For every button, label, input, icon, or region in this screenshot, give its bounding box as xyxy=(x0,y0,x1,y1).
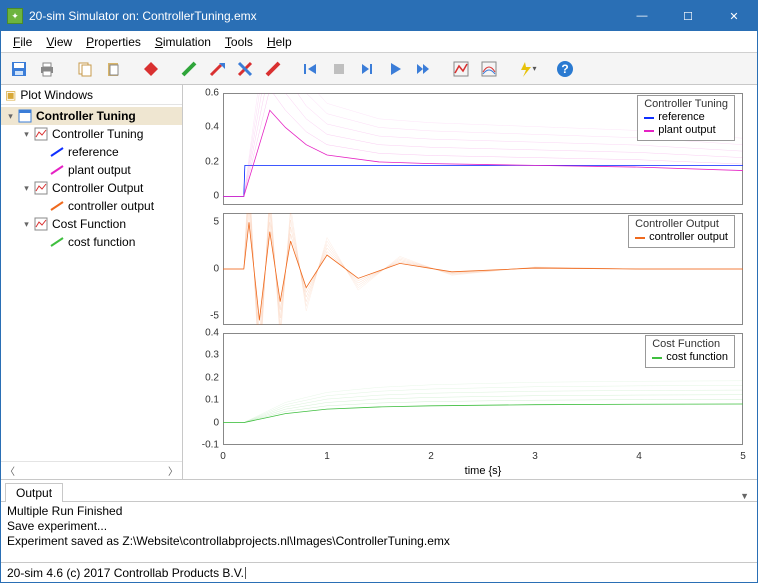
side-panel: ▣ Plot Windows ▾Controller Tuning▾Contro… xyxy=(1,85,183,479)
diamond-red-icon[interactable] xyxy=(139,57,163,81)
chart-icon xyxy=(34,217,48,231)
tree-node[interactable]: cost function xyxy=(1,233,182,251)
titlebar: ✦ 20-sim Simulator on: ControllerTuning.… xyxy=(1,1,757,31)
status-bar: 20-sim 4.6 (c) 2017 Controllab Products … xyxy=(1,562,757,582)
tree-node[interactable]: ▾ Cost Function xyxy=(1,215,182,233)
bottom-panel: Output ▼ Multiple Run FinishedSave exper… xyxy=(1,480,757,562)
plot-tree[interactable]: ▾Controller Tuning▾Controller Tuningrefe… xyxy=(1,105,182,461)
series-color-icon xyxy=(50,235,64,249)
toolbar: ▾ ? xyxy=(1,53,757,85)
series-color-icon xyxy=(50,163,64,177)
plot-controller-output[interactable]: -505 Controller Output controller output xyxy=(187,209,749,329)
legend-cost-function: Cost Function cost function xyxy=(645,335,735,368)
tree-node[interactable]: ▾ Controller Tuning xyxy=(1,125,182,143)
plot-cost-function[interactable]: -0.100.10.20.30.4 Cost Function cost fun… xyxy=(187,329,749,449)
menu-tools[interactable]: Tools xyxy=(219,33,259,51)
window-title: 20-sim Simulator on: ControllerTuning.em… xyxy=(29,9,619,23)
legend-controller-output: Controller Output controller output xyxy=(628,215,735,248)
tree-label: Controller Output xyxy=(50,181,143,195)
tree-label: cost function xyxy=(66,235,135,249)
print-icon[interactable] xyxy=(35,57,59,81)
tab-dropdown-icon[interactable]: ▼ xyxy=(732,491,757,501)
x-axis: time {s} 012345 xyxy=(223,449,743,479)
tree-label: reference xyxy=(66,145,119,159)
save-icon[interactable] xyxy=(7,57,31,81)
pencils-cross-icon[interactable] xyxy=(233,57,257,81)
series-color-icon xyxy=(50,145,64,159)
pencil-red-icon[interactable] xyxy=(261,57,285,81)
pencil-green-icon[interactable] xyxy=(177,57,201,81)
app-icon: ✦ xyxy=(7,8,23,24)
legend-controller-tuning: Controller Tuning reference plant output xyxy=(637,95,735,141)
close-button[interactable]: ✕ xyxy=(711,1,757,31)
paste-icon[interactable] xyxy=(101,57,125,81)
lightning-icon[interactable]: ▾ xyxy=(515,57,539,81)
menubar: File View Properties Simulation Tools He… xyxy=(1,31,757,53)
chart-line-icon[interactable] xyxy=(449,57,473,81)
output-console[interactable]: Multiple Run FinishedSave experiment...E… xyxy=(1,502,757,562)
pencil-arrow-icon[interactable] xyxy=(205,57,229,81)
twist-icon[interactable]: ▾ xyxy=(21,219,32,230)
tree-label: plant output xyxy=(66,163,131,177)
tree-label: controller output xyxy=(66,199,154,213)
status-text: 20-sim 4.6 (c) 2017 Controllab Products … xyxy=(7,566,244,580)
menu-simulation[interactable]: Simulation xyxy=(149,33,217,51)
step-icon[interactable] xyxy=(355,57,379,81)
plot-controller-tuning[interactable]: 00.20.40.6 Controller Tuning reference p… xyxy=(187,89,749,209)
tree-node[interactable]: ▾ Controller Tuning xyxy=(1,107,182,125)
menu-file[interactable]: File xyxy=(7,33,38,51)
tree-node[interactable]: reference xyxy=(1,143,182,161)
chart-icon xyxy=(34,181,48,195)
tree-node[interactable]: plant output xyxy=(1,161,182,179)
chart-icon xyxy=(34,127,48,141)
twist-icon[interactable]: ▾ xyxy=(5,111,16,122)
chart-curves-icon[interactable] xyxy=(477,57,501,81)
window-buttons: — ☐ ✕ xyxy=(619,1,757,31)
plot-area: 00.20.40.6 Controller Tuning reference p… xyxy=(183,85,757,479)
minimize-button[interactable]: — xyxy=(619,1,665,31)
side-scrollbar[interactable]: 〈〉 xyxy=(1,461,182,479)
menu-help[interactable]: Help xyxy=(261,33,298,51)
output-tabs: Output ▼ xyxy=(1,480,757,502)
folder-icon: ▣ xyxy=(5,88,16,102)
tree-node[interactable]: controller output xyxy=(1,197,182,215)
tree-label: Cost Function xyxy=(50,217,126,231)
tree-label: Controller Tuning xyxy=(50,127,143,141)
fastforward-icon[interactable] xyxy=(411,57,435,81)
app-window: ✦ 20-sim Simulator on: ControllerTuning.… xyxy=(0,0,758,583)
side-header-label: Plot Windows xyxy=(20,88,93,102)
maximize-button[interactable]: ☐ xyxy=(665,1,711,31)
tree-label: Controller Tuning xyxy=(34,109,136,123)
twist-icon[interactable]: ▾ xyxy=(21,183,32,194)
copy-icon[interactable] xyxy=(73,57,97,81)
menu-properties[interactable]: Properties xyxy=(80,33,147,51)
play-icon[interactable] xyxy=(383,57,407,81)
menu-view[interactable]: View xyxy=(40,33,78,51)
stop-icon[interactable] xyxy=(327,57,351,81)
body: ▣ Plot Windows ▾Controller Tuning▾Contro… xyxy=(1,85,757,480)
x-axis-label: time {s} xyxy=(465,465,502,477)
window-icon xyxy=(18,109,32,123)
series-color-icon xyxy=(50,199,64,213)
tree-node[interactable]: ▾ Controller Output xyxy=(1,179,182,197)
side-header: ▣ Plot Windows xyxy=(1,85,182,105)
twist-icon[interactable]: ▾ xyxy=(21,129,32,140)
svg-text:?: ? xyxy=(561,62,568,76)
tab-output[interactable]: Output xyxy=(5,483,63,502)
rewind-icon[interactable] xyxy=(299,57,323,81)
help-icon[interactable]: ? xyxy=(553,57,577,81)
